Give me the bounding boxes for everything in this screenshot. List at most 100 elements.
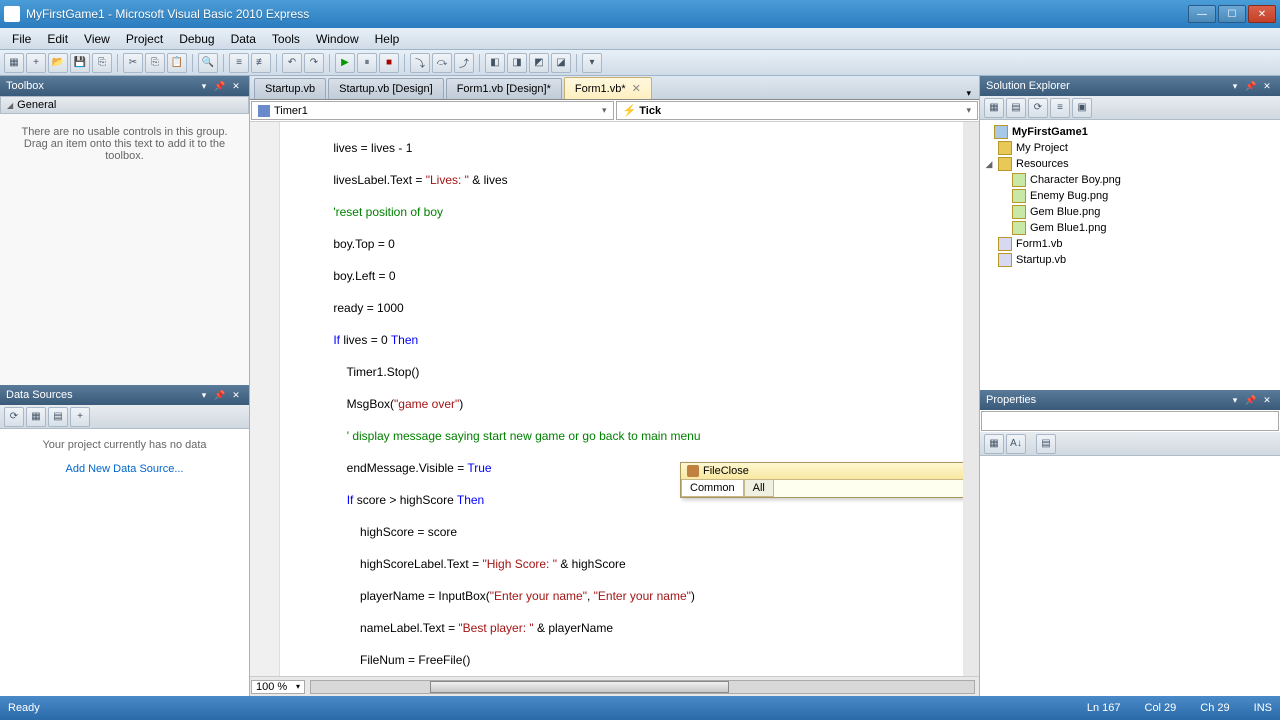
menu-file[interactable]: File (4, 29, 39, 49)
code-content[interactable]: lives = lives - 1 livesLabel.Text = "Liv… (280, 122, 963, 676)
close-button[interactable]: ✕ (1248, 5, 1276, 23)
sol-btn-showall[interactable]: ▤ (1006, 98, 1026, 118)
menu-project[interactable]: Project (118, 29, 171, 49)
editor-area: Startup.vb Startup.vb [Design] Form1.vb … (250, 76, 980, 696)
toolbox-close-icon[interactable]: ✕ (229, 79, 243, 93)
code-editor[interactable]: lives = lives - 1 livesLabel.Text = "Liv… (250, 122, 979, 696)
datasources-close-icon[interactable]: ✕ (229, 388, 243, 402)
sol-btn-properties[interactable]: ▦ (984, 98, 1004, 118)
sol-btn-viewdesigner[interactable]: ▣ (1072, 98, 1092, 118)
ds-btn-1[interactable]: ⟳ (4, 407, 24, 427)
start-button[interactable]: ▶ (335, 53, 355, 73)
maximize-button[interactable]: ☐ (1218, 5, 1246, 23)
tree-item[interactable]: ◢Resources (984, 156, 1276, 172)
properties-pin-icon[interactable]: 📌 (1244, 393, 1258, 407)
datasources-toolbar: ⟳ ▦ ▤ + (0, 405, 249, 429)
class-combo[interactable]: Timer1 (251, 101, 614, 120)
menu-data[interactable]: Data (223, 29, 264, 49)
step-over-button[interactable]: ⤼ (432, 53, 452, 73)
tab-form1-design[interactable]: Form1.vb [Design]* (446, 78, 562, 99)
menu-edit[interactable]: Edit (39, 29, 76, 49)
uncomment-button[interactable]: ≢ (251, 53, 271, 73)
cut-button[interactable]: ✂ (123, 53, 143, 73)
ds-btn-3[interactable]: ▤ (48, 407, 68, 427)
properties-object-combo[interactable] (981, 411, 1279, 431)
tb-button-c[interactable]: ◩ (529, 53, 549, 73)
status-ch: Ch 29 (1200, 702, 1229, 714)
tab-form1-vb[interactable]: Form1.vb*✕ (564, 77, 652, 99)
solution-close-icon[interactable]: ✕ (1260, 79, 1274, 93)
minimize-button[interactable]: — (1188, 5, 1216, 23)
step-out-button[interactable]: ⤴ (454, 53, 474, 73)
tab-startup-design[interactable]: Startup.vb [Design] (328, 78, 444, 99)
prop-btn-categorized[interactable]: ▦ (984, 434, 1004, 454)
menu-window[interactable]: Window (308, 29, 367, 49)
open-button[interactable]: 📂 (48, 53, 68, 73)
paste-button[interactable]: 📋 (167, 53, 187, 73)
solution-dropdown-icon[interactable]: ▾ (1228, 79, 1242, 93)
tab-overflow-icon[interactable]: ▾ (962, 88, 975, 99)
vertical-scrollbar[interactable] (963, 122, 979, 676)
properties-grid[interactable] (980, 456, 1280, 696)
intellisense-popup[interactable]: FileClose Common All (680, 462, 979, 498)
horizontal-scrollbar[interactable] (310, 680, 975, 694)
tree-item[interactable]: Gem Blue1.png (984, 220, 1276, 236)
properties-title: Properties (986, 394, 1036, 406)
copy-button[interactable]: ⎘ (145, 53, 165, 73)
toolbox-dropdown-icon[interactable]: ▾ (197, 79, 211, 93)
sol-btn-refresh[interactable]: ⟳ (1028, 98, 1048, 118)
new-project-button[interactable]: ▦ (4, 53, 24, 73)
intellisense-tab-common[interactable]: Common (681, 480, 744, 497)
add-data-source-link[interactable]: Add New Data Source... (10, 463, 239, 475)
datasources-pin-icon[interactable]: 📌 (213, 388, 227, 402)
method-combo[interactable]: ⚡ Tick (616, 101, 979, 120)
redo-button[interactable]: ↷ (304, 53, 324, 73)
ds-btn-4[interactable]: + (70, 407, 90, 427)
toolbox-general-group[interactable]: General (0, 96, 249, 114)
undo-button[interactable]: ↶ (282, 53, 302, 73)
tree-item[interactable]: Gem Blue.png (984, 204, 1276, 220)
tb-button-b[interactable]: ◨ (507, 53, 527, 73)
add-item-button[interactable]: + (26, 53, 46, 73)
menubar: File Edit View Project Debug Data Tools … (0, 28, 1280, 50)
step-into-button[interactable]: ⤵ (410, 53, 430, 73)
tb-button-e[interactable]: ▾ (582, 53, 602, 73)
stop-button[interactable]: ■ (379, 53, 399, 73)
prop-btn-alpha[interactable]: A↓ (1006, 434, 1026, 454)
tree-item[interactable]: Form1.vb (984, 236, 1276, 252)
tree-project[interactable]: MyFirstGame1 (984, 124, 1276, 140)
solution-pin-icon[interactable]: 📌 (1244, 79, 1258, 93)
save-all-button[interactable]: ⎘ (92, 53, 112, 73)
tab-startup-vb[interactable]: Startup.vb (254, 78, 326, 99)
tb-button-d[interactable]: ◪ (551, 53, 571, 73)
zoom-combo[interactable]: 100 % (251, 680, 305, 694)
menu-tools[interactable]: Tools (264, 29, 308, 49)
tb-button-a[interactable]: ◧ (485, 53, 505, 73)
folder-icon (998, 157, 1012, 171)
find-button[interactable]: 🔍 (198, 53, 218, 73)
intellisense-item[interactable]: FileClose (681, 463, 979, 479)
code-gutter (250, 122, 280, 696)
tab-close-icon[interactable]: ✕ (632, 83, 641, 95)
toolbox-pin-icon[interactable]: 📌 (213, 79, 227, 93)
break-button[interactable]: ⏸ (357, 53, 377, 73)
tree-item[interactable]: My Project (984, 140, 1276, 156)
solution-tree[interactable]: MyFirstGame1 My Project ◢Resources Chara… (980, 120, 1280, 390)
tree-item[interactable]: Startup.vb (984, 252, 1276, 268)
datasources-dropdown-icon[interactable]: ▾ (197, 388, 211, 402)
tree-item[interactable]: Character Boy.png (984, 172, 1276, 188)
ds-btn-2[interactable]: ▦ (26, 407, 46, 427)
properties-dropdown-icon[interactable]: ▾ (1228, 393, 1242, 407)
properties-close-icon[interactable]: ✕ (1260, 393, 1274, 407)
save-button[interactable]: 💾 (70, 53, 90, 73)
menu-help[interactable]: Help (367, 29, 408, 49)
tree-item[interactable]: Enemy Bug.png (984, 188, 1276, 204)
menu-debug[interactable]: Debug (171, 29, 222, 49)
image-icon (1012, 173, 1026, 187)
comment-button[interactable]: ≡ (229, 53, 249, 73)
menu-view[interactable]: View (76, 29, 118, 49)
prop-btn-pages[interactable]: ▤ (1036, 434, 1056, 454)
sol-btn-viewcode[interactable]: ≡ (1050, 98, 1070, 118)
solution-toolbar: ▦ ▤ ⟳ ≡ ▣ (980, 96, 1280, 120)
intellisense-tab-all[interactable]: All (744, 480, 774, 497)
